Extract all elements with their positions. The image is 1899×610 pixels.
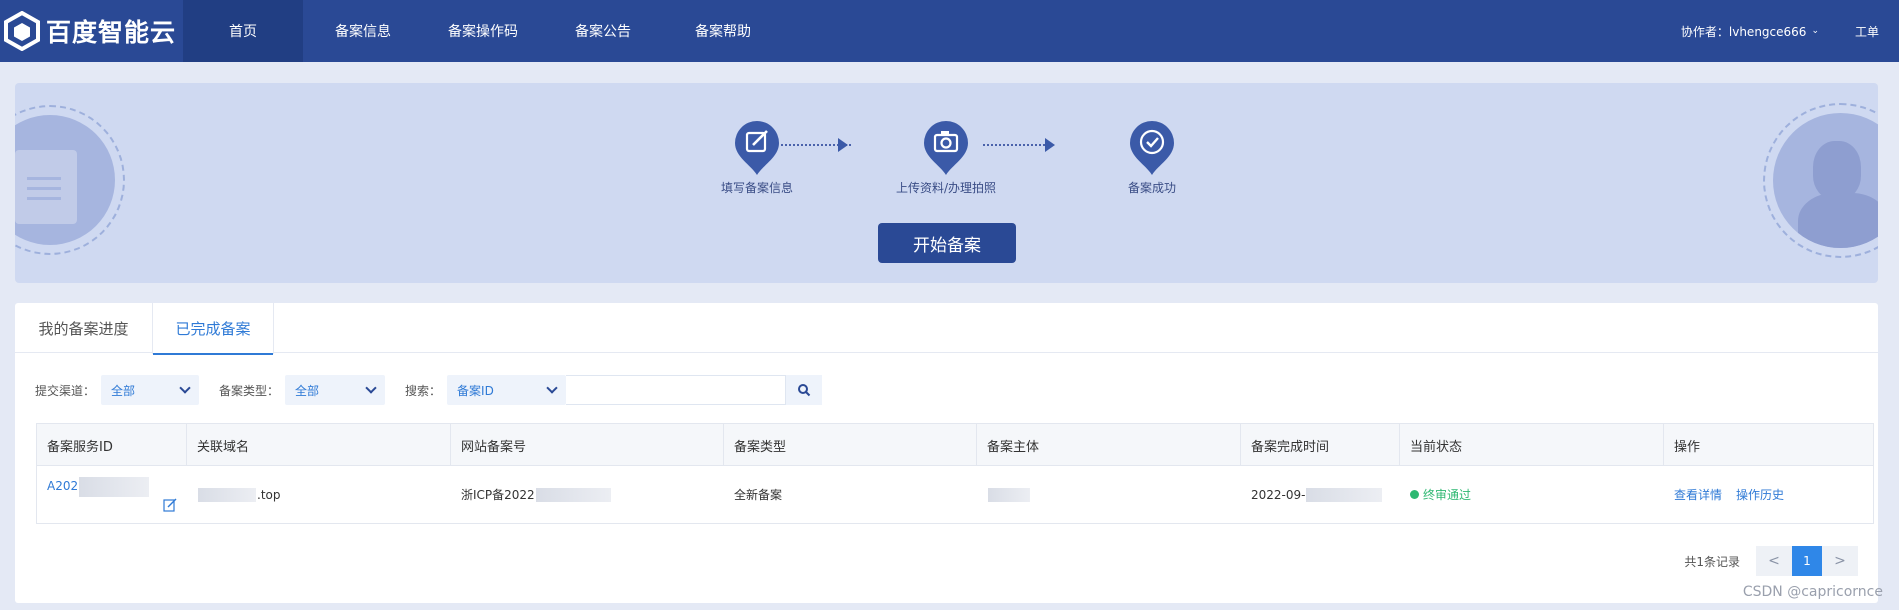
step-upload-photo: 上传资料/办理拍照 bbox=[871, 119, 1021, 196]
completed-text: 2022-09- bbox=[1251, 487, 1306, 502]
step-label: 备案成功 bbox=[1127, 181, 1176, 195]
search-icon bbox=[798, 384, 811, 397]
chevron-down-icon bbox=[546, 382, 558, 394]
chevron-down-icon bbox=[365, 382, 377, 394]
step-connector bbox=[983, 144, 1053, 146]
document-illustration-icon bbox=[15, 105, 125, 255]
status-dot-icon bbox=[1410, 490, 1419, 499]
main-nav: 首页 备案信息 备案操作码 备案公告 备案帮助 bbox=[183, 0, 783, 62]
pagination: 共1条记录 < 1 > bbox=[1684, 546, 1858, 576]
cell-icp-number: 浙ICP备2022 bbox=[451, 466, 724, 523]
filing-table: 备案服务ID 关联域名 网站备案号 备案类型 备案主体 备案完成时间 当前状态 … bbox=[36, 423, 1874, 524]
camera-icon bbox=[922, 119, 970, 177]
prev-page-button[interactable]: < bbox=[1756, 546, 1792, 576]
step-fill-info: 填写备案信息 bbox=[682, 119, 832, 196]
table-header: 备案服务ID 关联域名 网站备案号 备案类型 备案主体 备案完成时间 当前状态 … bbox=[37, 424, 1873, 466]
cell-completed-time: 2022-09- bbox=[1241, 466, 1400, 523]
tab-bar: 我的备案进度 已完成备案 bbox=[15, 303, 1878, 355]
cell-service-id: A202 bbox=[37, 466, 187, 523]
arrow-right-icon bbox=[838, 138, 848, 152]
step-success: 备案成功 bbox=[1077, 119, 1227, 196]
workorder-link[interactable]: 工单 bbox=[1855, 23, 1879, 40]
operation-history-link[interactable]: 操作历史 bbox=[1736, 486, 1784, 503]
nav-item-filing-help[interactable]: 备案帮助 bbox=[663, 0, 783, 62]
type-label: 备案类型： bbox=[219, 383, 280, 398]
cell-subject bbox=[977, 466, 1241, 523]
column-header: 备案主体 bbox=[977, 424, 1241, 466]
channel-value: 全部 bbox=[111, 383, 136, 398]
redaction-mask bbox=[988, 487, 1030, 502]
search-field-select[interactable]: 备案ID bbox=[447, 375, 567, 405]
column-header: 关联域名 bbox=[187, 424, 451, 466]
cell-status: 终审通过 bbox=[1400, 466, 1664, 523]
search-input[interactable] bbox=[566, 375, 787, 405]
collaborator-label: 协作者：lvhengce666 bbox=[1680, 24, 1807, 39]
channel-select[interactable]: 全部 bbox=[101, 375, 200, 405]
arrow-right-icon bbox=[1045, 138, 1055, 152]
nav-item-home[interactable]: 首页 bbox=[183, 0, 303, 62]
service-id-link[interactable]: A202 bbox=[47, 479, 78, 493]
chevron-down-icon: ⌄ bbox=[1811, 26, 1819, 36]
channel-label: 提交渠道： bbox=[35, 383, 96, 398]
chevron-down-icon bbox=[179, 382, 191, 394]
customer-service-illustration-icon bbox=[1763, 103, 1878, 258]
nav-item-filing-code[interactable]: 备案操作码 bbox=[423, 0, 543, 62]
tab-completed[interactable]: 已完成备案 bbox=[152, 303, 274, 355]
cell-actions: 查看详情 操作历史 bbox=[1664, 466, 1873, 523]
column-header: 当前状态 bbox=[1400, 424, 1664, 466]
logo[interactable]: 百度智能云 bbox=[0, 0, 183, 62]
search-label: 搜索： bbox=[405, 383, 442, 398]
check-icon bbox=[1128, 119, 1176, 177]
cell-type: 全新备案 bbox=[734, 488, 783, 502]
nav-item-filing-notice[interactable]: 备案公告 bbox=[543, 0, 663, 62]
nav-item-filing-info[interactable]: 备案信息 bbox=[303, 0, 423, 62]
logo-text: 百度智能云 bbox=[46, 18, 177, 47]
type-value: 全部 bbox=[295, 383, 320, 398]
watermark-text: CSDN @capricornce bbox=[1742, 584, 1883, 600]
redaction-mask bbox=[79, 477, 150, 497]
filter-bar: 提交渠道： 全部 备案类型： 全部 搜索： 备案ID bbox=[35, 375, 823, 405]
filing-list-panel: 我的备案进度 已完成备案 提交渠道： 全部 备案类型： 全部 搜索： 备案ID … bbox=[15, 303, 1878, 603]
step-label: 填写备案信息 bbox=[720, 181, 793, 195]
cell-domain: .top bbox=[187, 466, 451, 523]
user-area: 协作者：lvhengce666 ⌄ 工单 bbox=[1681, 0, 1879, 62]
redaction-mask bbox=[198, 487, 256, 502]
start-filing-button[interactable]: 开始备案 bbox=[878, 223, 1016, 263]
baidu-cloud-logo-icon bbox=[4, 11, 40, 51]
search-field-value: 备案ID bbox=[457, 383, 494, 398]
column-header: 备案类型 bbox=[724, 424, 977, 466]
edit-icon bbox=[733, 119, 781, 177]
total-records: 共1条记录 bbox=[1684, 554, 1740, 569]
top-navigation-bar: 百度智能云 首页 备案信息 备案操作码 备案公告 备案帮助 协作者：lvheng… bbox=[0, 0, 1899, 62]
status-text: 终审通过 bbox=[1423, 488, 1472, 502]
page-1-button[interactable]: 1 bbox=[1792, 546, 1822, 576]
collaborator-menu[interactable]: 协作者：lvhengce666 ⌄ bbox=[1681, 23, 1819, 40]
filing-process-banner: 填写备案信息 上传资料/办理拍照 备案成功 开始备案 bbox=[15, 83, 1878, 283]
tab-my-progress[interactable]: 我的备案进度 bbox=[15, 303, 152, 353]
redaction-mask bbox=[1306, 487, 1383, 502]
table-row: A202 .top 浙ICP备2022 全新备案 2022-09- 终审通过 查… bbox=[37, 466, 1873, 523]
type-select[interactable]: 全部 bbox=[285, 375, 386, 405]
search-button[interactable] bbox=[786, 375, 823, 405]
column-header: 备案完成时间 bbox=[1241, 424, 1400, 466]
next-page-button[interactable]: > bbox=[1822, 546, 1858, 576]
redaction-mask bbox=[535, 487, 611, 502]
edit-icon[interactable] bbox=[163, 498, 177, 512]
icp-text: 浙ICP备2022 bbox=[461, 488, 535, 502]
column-header: 网站备案号 bbox=[451, 424, 724, 466]
column-header: 操作 bbox=[1674, 439, 1701, 455]
column-header: 备案服务ID bbox=[37, 424, 187, 466]
step-label: 上传资料/办理拍照 bbox=[895, 181, 997, 195]
domain-text: .top bbox=[257, 487, 281, 502]
view-details-link[interactable]: 查看详情 bbox=[1674, 486, 1722, 503]
